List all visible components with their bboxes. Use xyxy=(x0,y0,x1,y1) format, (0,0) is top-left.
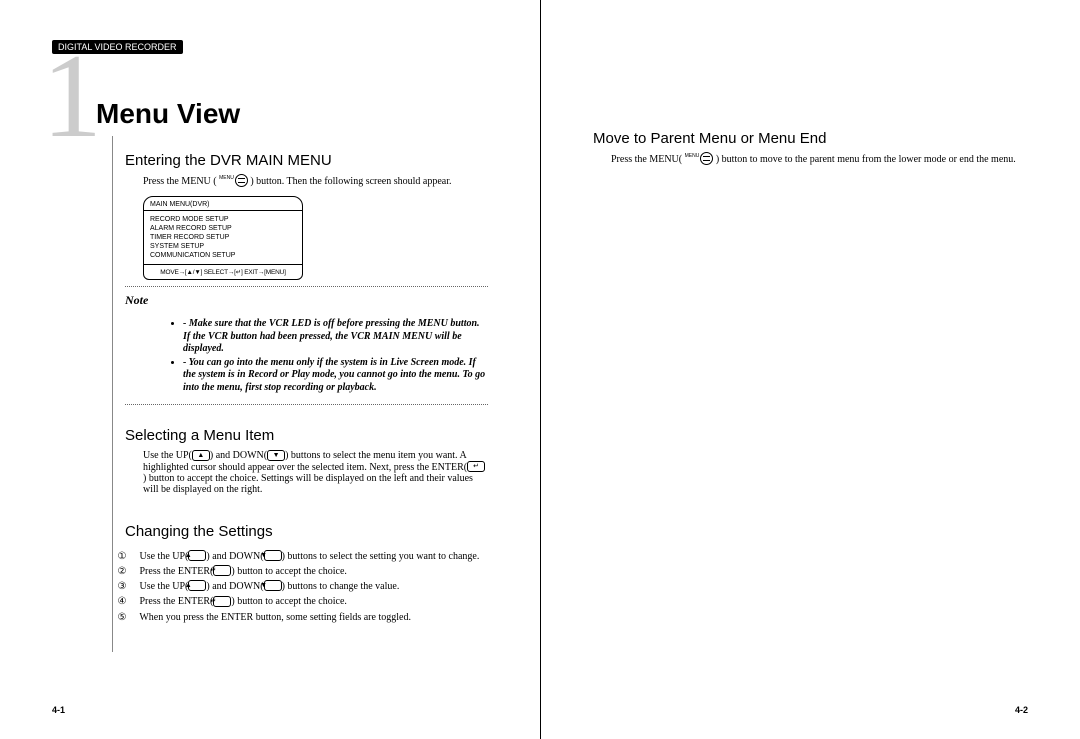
steps-list: ① Use the UP(▲) and DOWN(▼) buttons to s… xyxy=(125,551,488,623)
step-item: ③ Use the UP(▲) and DOWN(▼) buttons to c… xyxy=(143,581,488,592)
page-number-right: 4-2 xyxy=(1015,705,1028,715)
crt-diagram: MAIN MENU(DVR) RECORD MODE SETUP ALARM R… xyxy=(143,196,303,280)
up-icon: ▲ xyxy=(188,580,206,591)
section-changing-heading: Changing the Settings xyxy=(125,523,488,540)
chapter-title: Menu View xyxy=(96,98,488,130)
menu-label: MENU xyxy=(219,175,234,181)
menu-label: MENU xyxy=(685,153,700,159)
divider xyxy=(125,286,488,287)
note-item: - You can go into the menu only if the s… xyxy=(183,357,488,395)
step-item: ⑤ When you press the ENTER button, some … xyxy=(143,612,488,623)
selecting-body: Use the UP(▲) and DOWN(▼) buttons to sel… xyxy=(143,450,488,494)
entering-body: Press the MENU ( MENU ) button. Then the… xyxy=(143,175,488,188)
step-item: ② Press the ENTER(↵) button to accept th… xyxy=(143,566,488,577)
crt-footer: MOVE→[▲/▼] SELECT→[↵] EXIT→[MENU] xyxy=(144,264,302,279)
enter-icon: ↵ xyxy=(467,461,485,472)
left-page: DIGITAL VIDEO RECORDER 1 Menu View Enter… xyxy=(0,0,540,739)
note-item: - Make sure that the VCR LED is off befo… xyxy=(183,318,488,356)
move-body: Press the MENU( MENU ) button to move to… xyxy=(611,153,1028,166)
menu-button-icon xyxy=(235,174,248,187)
up-icon: ▲ xyxy=(192,450,210,461)
right-content-column: Move to Parent Menu or Menu End Press th… xyxy=(593,40,1028,640)
down-icon: ▼ xyxy=(264,550,282,561)
divider xyxy=(125,404,488,405)
crt-title: MAIN MENU(DVR) xyxy=(144,197,302,211)
chapter-number-bg: 1 xyxy=(42,48,102,144)
down-icon: ▼ xyxy=(264,580,282,591)
note-list: - Make sure that the VCR LED is off befo… xyxy=(143,318,488,394)
crt-body: RECORD MODE SETUP ALARM RECORD SETUP TIM… xyxy=(144,211,302,264)
enter-icon: ↵ xyxy=(213,596,231,607)
enter-icon: ↵ xyxy=(213,565,231,576)
section-entering-heading: Entering the DVR MAIN MENU xyxy=(125,152,488,169)
note-label: Note xyxy=(125,293,488,308)
right-page: Move to Parent Menu or Menu End Press th… xyxy=(540,0,1080,739)
section-move-heading: Move to Parent Menu or Menu End xyxy=(593,130,1028,147)
down-icon: ▼ xyxy=(267,450,285,461)
page-number-left: 4-1 xyxy=(52,705,65,715)
left-content-column: Entering the DVR MAIN MENU Press the MEN… xyxy=(112,136,488,652)
step-item: ① Use the UP(▲) and DOWN(▼) buttons to s… xyxy=(143,551,488,562)
menu-button-icon xyxy=(700,152,713,165)
section-selecting-heading: Selecting a Menu Item xyxy=(125,427,488,444)
step-item: ④ Press the ENTER(↵) button to accept th… xyxy=(143,596,488,607)
up-icon: ▲ xyxy=(188,550,206,561)
